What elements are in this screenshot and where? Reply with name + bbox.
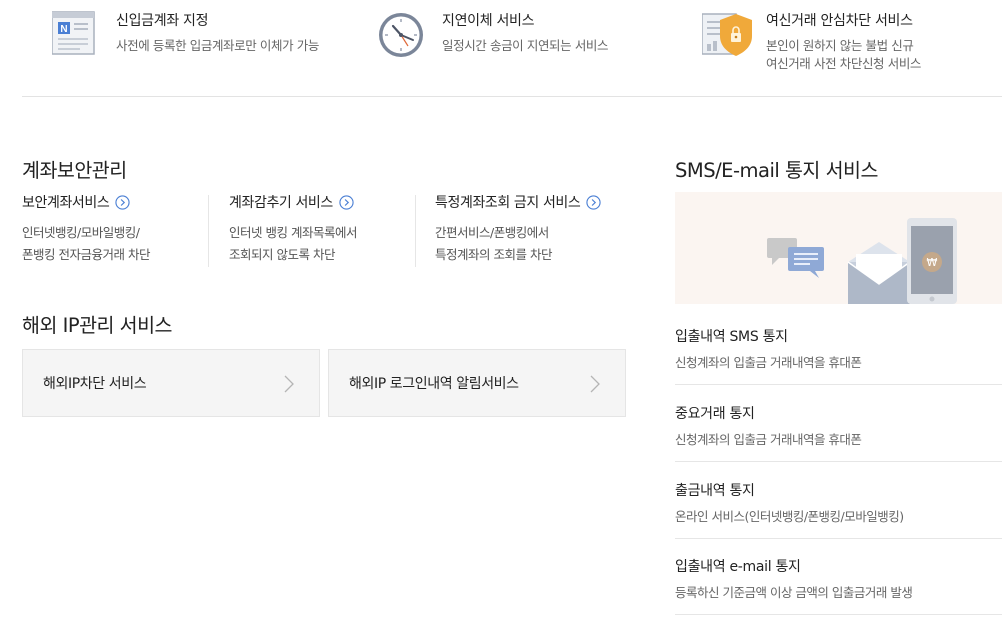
- column-divider: [208, 195, 209, 267]
- item-desc: 간편서비스/폰뱅킹에서 특정계좌의 조회를 차단: [435, 225, 552, 262]
- shield-lock-icon: [702, 13, 752, 56]
- service-title: 신입금계좌 지정: [116, 13, 209, 29]
- notification-item[interactable]: 입출내역 e-mail 통지 등록하신 기준금액 이상 금액의 입출금거래 발생: [675, 538, 1002, 615]
- notification-item[interactable]: 중요거래 통지 신청계좌의 입출금 거래내역을 휴대폰: [675, 385, 1002, 462]
- service-credit-safe-block[interactable]: 여신거래 안심차단 서비스 본인이 원하지 않는 불법 신규 여신거래 사전 차…: [702, 0, 1002, 80]
- service-desc: 본인이 원하지 않는 불법 신규 여신거래 사전 차단신청 서비스: [766, 38, 922, 71]
- notification-title: 출금내역 통지: [675, 483, 755, 499]
- service-desc: 사전에 등록한 입금계좌로만 이체가 가능: [116, 38, 319, 53]
- notification-desc: 신청계좌의 입출금 거래내역을 휴대폰: [675, 432, 862, 447]
- item-title: 보안계좌서비스: [22, 195, 110, 211]
- notification-desc: 신청계좌의 입출금 거래내역을 휴대폰: [675, 355, 862, 370]
- circle-arrow-icon[interactable]: [586, 194, 602, 210]
- item-title: 특정계좌조회 금지 서비스: [435, 195, 581, 211]
- notification-title: 입출내역 SMS 통지: [675, 329, 788, 345]
- service-designated-deposit-account[interactable]: N 신입금계좌 지정 사전에 등록한 입금계좌로만 이체가 가능: [52, 0, 352, 80]
- account-security-title: 계좌보안관리: [22, 159, 127, 182]
- account-book-icon: N: [52, 11, 95, 55]
- account-security-item-secure-account: 보안계좌서비스 인터넷뱅킹/모바일뱅킹/ 폰뱅킹 전자금융거래 차단: [22, 192, 212, 268]
- service-title: 여신거래 안심차단 서비스: [766, 13, 913, 29]
- overseas-ip-title: 해외 IP관리 서비스: [22, 314, 173, 337]
- account-security-item-hide-account: 계좌감추기 서비스 인터넷 뱅킹 계좌목록에서 조회되지 않도록 차단: [229, 192, 419, 268]
- button-label: 해외IP차단 서비스: [43, 376, 147, 392]
- svg-text:N: N: [60, 24, 67, 35]
- notification-item[interactable]: 입출내역 SMS 통지 신청계좌의 입출금 거래내역을 휴대폰: [675, 308, 1002, 385]
- notification-desc: 온라인 서비스(인터넷뱅킹/폰뱅킹/모바일뱅킹): [675, 509, 904, 524]
- sms-email-title: SMS/E-mail 통지 서비스: [675, 159, 878, 182]
- overseas-ip-block-button[interactable]: 해외IP차단 서비스: [22, 349, 320, 417]
- item-desc: 인터넷 뱅킹 계좌목록에서 조회되지 않도록 차단: [229, 225, 357, 262]
- chevron-right-icon: [590, 375, 600, 393]
- notification-desc: 등록하신 기준금액 이상 금액의 입출금거래 발생: [675, 585, 913, 600]
- service-desc: 일정시간 송금이 지연되는 서비스: [442, 38, 609, 53]
- chevron-right-icon: [284, 375, 294, 393]
- circle-arrow-icon[interactable]: [115, 194, 130, 210]
- sms-email-banner: ₩: [675, 192, 1002, 304]
- overseas-ip-login-alert-button[interactable]: 해외IP 로그인내역 알림서비스: [328, 349, 626, 417]
- item-desc: 인터넷뱅킹/모바일뱅킹/ 폰뱅킹 전자금융거래 차단: [22, 225, 150, 262]
- service-title: 지연이체 서비스: [442, 13, 535, 29]
- circle-arrow-icon[interactable]: [339, 194, 354, 210]
- notification-title: 입출내역 e-mail 통지: [675, 559, 801, 575]
- service-delayed-transfer[interactable]: 지연이체 서비스 일정시간 송금이 지연되는 서비스: [378, 0, 678, 80]
- button-label: 해외IP 로그인내역 알림서비스: [349, 376, 519, 392]
- account-security-item-block-inquiry: 특정계좌조회 금지 서비스 간편서비스/폰뱅킹에서 특정계좌의 조회를 차단: [435, 192, 625, 268]
- item-title: 계좌감추기 서비스: [229, 195, 333, 211]
- notification-illustration: ₩: [767, 218, 957, 304]
- clock-icon: [379, 13, 423, 57]
- notification-title: 중요거래 통지: [675, 406, 755, 422]
- svg-text:₩: ₩: [927, 256, 938, 269]
- notification-item[interactable]: 출금내역 통지 온라인 서비스(인터넷뱅킹/폰뱅킹/모바일뱅킹): [675, 462, 1002, 539]
- section-divider: [22, 96, 1002, 97]
- column-divider: [415, 195, 416, 267]
